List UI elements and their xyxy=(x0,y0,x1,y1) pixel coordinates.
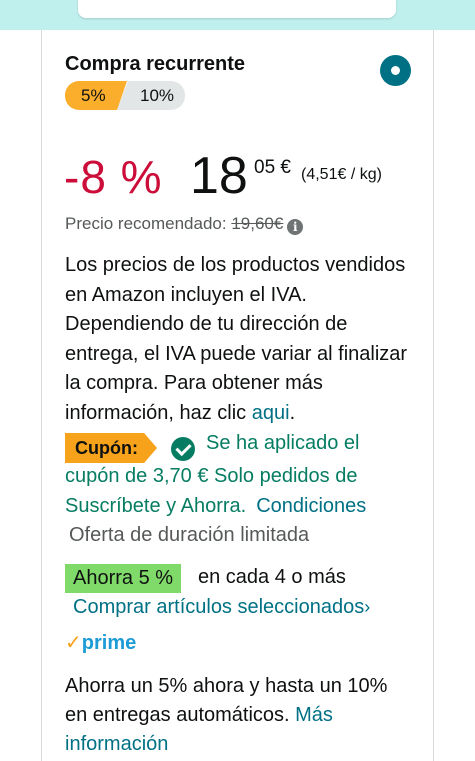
select-items-label[interactable]: Comprar artículos seleccionados xyxy=(73,596,364,618)
limited-offer-label: Oferta de duración limitada xyxy=(69,524,310,546)
vat-link[interactable]: aqui xyxy=(252,402,290,424)
price-fraction: 05 € xyxy=(254,157,291,178)
coupon-badge: Cupón: xyxy=(65,433,157,463)
autodelivery-note: Ahorra un 5% ahora y hasta un 10% en ent… xyxy=(65,672,415,759)
tier-5-percent: 5% xyxy=(65,81,127,110)
vat-text: Los precios de los productos vendidos en… xyxy=(65,254,408,424)
select-items-link[interactable]: Comprar artículos seleccionados› xyxy=(73,596,370,619)
prime-label: prime xyxy=(81,632,137,654)
recommended-value: 19,60€ xyxy=(231,214,284,233)
chevron-right-icon: › xyxy=(364,597,371,617)
vat-end: . xyxy=(289,401,296,424)
price-whole: 18 xyxy=(190,147,248,205)
discount-tiers: 5% 10% xyxy=(65,81,185,110)
autodelivery-text: Ahorra un 5% ahora y hasta un 10% en ent… xyxy=(65,675,388,726)
recommended-label: Precio recomendado: xyxy=(65,214,227,233)
option-title: Compra recurrente xyxy=(65,53,246,75)
tier-10-percent: 10% xyxy=(117,81,185,110)
check-circle-icon xyxy=(171,437,195,461)
save-badge: Ahorra 5 % xyxy=(65,564,182,593)
radio-selected-icon[interactable] xyxy=(380,55,411,86)
prime-check-icon: ✓ xyxy=(65,632,82,654)
top-card xyxy=(78,0,396,18)
recommended-price: Precio recomendado: 19,60€ i xyxy=(65,214,304,235)
vat-notice: Los precios de los productos vendidos en… xyxy=(65,251,410,428)
coupon-text-line3-text: Suscríbete y Ahorra. xyxy=(65,495,247,517)
discount-percent: -8 % xyxy=(64,151,163,203)
coupon-text-line2: cupón de 3,70 € Solo pedidos de xyxy=(65,465,358,487)
conditions-link[interactable]: Condiciones xyxy=(256,495,366,517)
prime-badge: ✓prime xyxy=(65,630,136,655)
unit-price: (4,51€ / kg) xyxy=(301,166,382,183)
coupon-text-line3: Suscríbete y Ahorra. Condiciones xyxy=(65,495,366,518)
save-text: en cada 4 o más xyxy=(198,566,346,588)
coupon-text-line1: Se ha aplicado el xyxy=(206,432,360,454)
info-icon[interactable]: i xyxy=(287,219,304,235)
